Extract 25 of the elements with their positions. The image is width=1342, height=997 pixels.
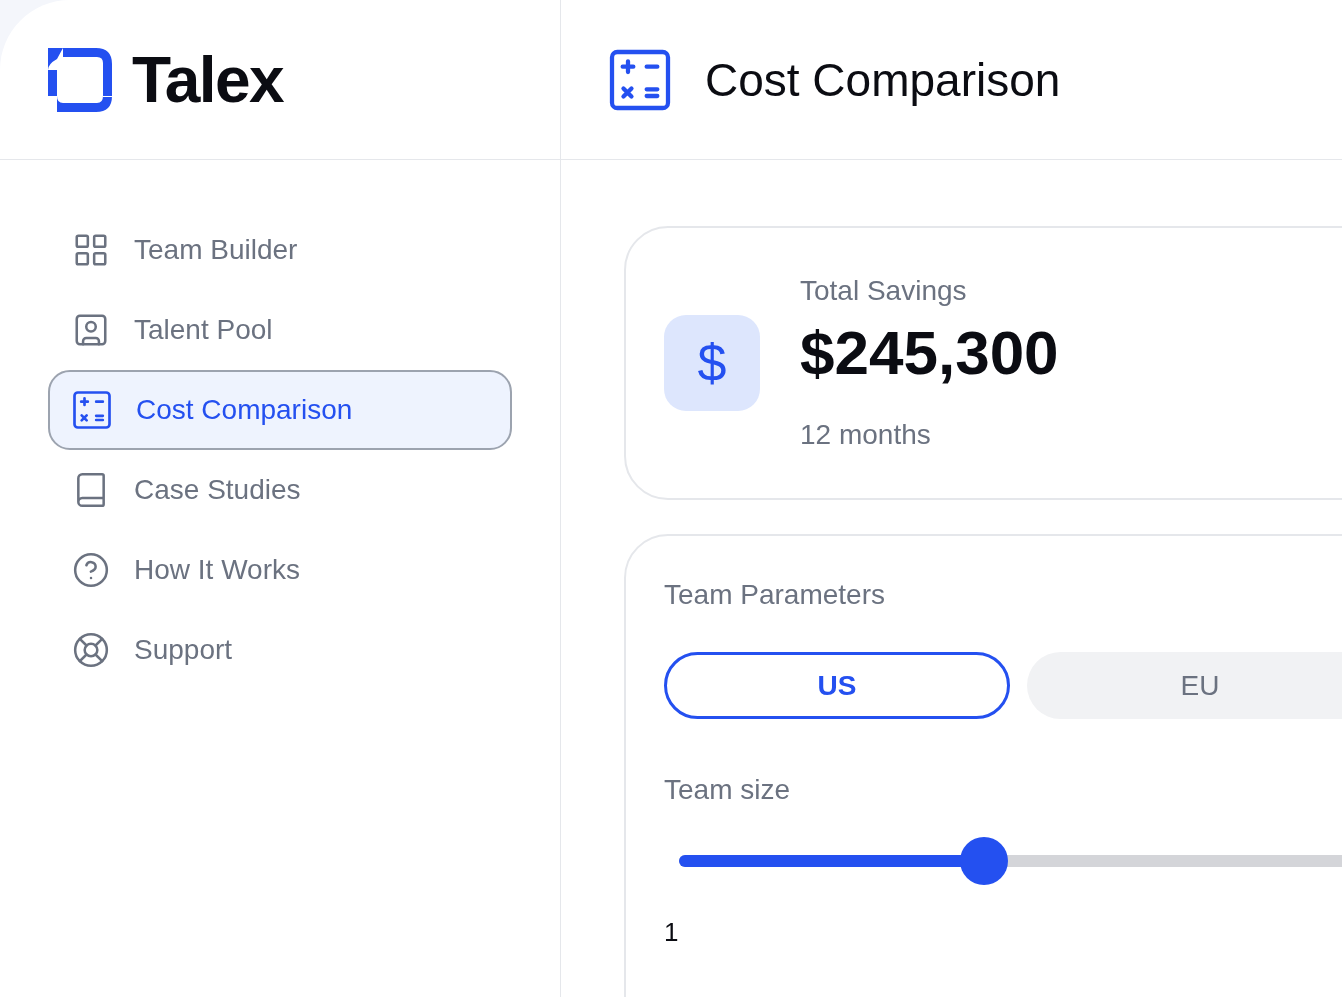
lifebuoy-icon bbox=[72, 631, 110, 669]
savings-label: Total Savings bbox=[800, 274, 968, 308]
nav-item[interactable]: Support bbox=[48, 610, 512, 690]
nav-item[interactable]: Cost Comparison bbox=[48, 370, 512, 450]
slider-label: Team size bbox=[664, 773, 792, 807]
nav-item[interactable]: Case Studies bbox=[48, 450, 512, 530]
slider-thumb[interactable] bbox=[959, 837, 1008, 885]
slider-value: 1 bbox=[664, 916, 680, 949]
help-icon bbox=[72, 551, 110, 589]
region-toggle[interactable]: EU bbox=[1027, 652, 1342, 719]
grid-icon bbox=[72, 231, 110, 269]
brand-name: Talex bbox=[132, 47, 283, 112]
savings-period: 12 months bbox=[800, 418, 932, 452]
nav-item[interactable]: How It Works bbox=[48, 530, 512, 610]
region-toggle[interactable]: US bbox=[664, 652, 1010, 719]
team-size-slider[interactable] bbox=[679, 837, 1342, 885]
logo-icon bbox=[48, 47, 112, 112]
calculator-icon bbox=[608, 47, 672, 112]
nav-item[interactable]: Team Builder bbox=[48, 210, 512, 290]
section-title: Team Parameters bbox=[664, 578, 886, 612]
person-icon bbox=[72, 311, 110, 349]
savings-value: $245,300 bbox=[800, 322, 1059, 384]
calculator-icon bbox=[72, 390, 112, 430]
nav-item[interactable]: Talent Pool bbox=[48, 290, 512, 370]
dollar-icon: $ bbox=[664, 315, 760, 411]
